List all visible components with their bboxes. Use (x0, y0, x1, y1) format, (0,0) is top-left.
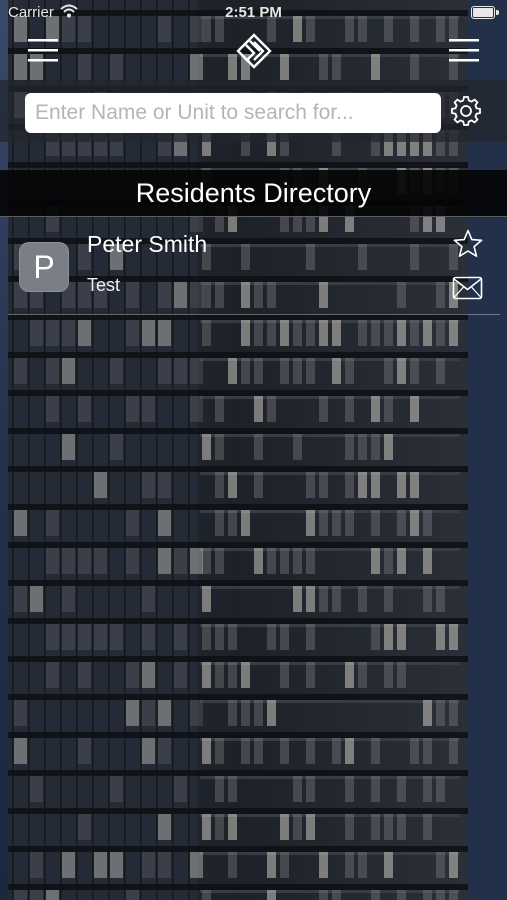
battery-icon (471, 6, 495, 19)
menu-icon[interactable] (447, 36, 481, 66)
mail-icon[interactable] (452, 276, 483, 300)
clock-time: 2:51 PM (225, 4, 282, 21)
page-title: Residents Directory (0, 170, 507, 217)
gear-icon[interactable] (450, 95, 482, 127)
star-icon[interactable] (452, 228, 484, 260)
avatar: P (19, 242, 69, 292)
status-bar: Carrier 2:51 PM (0, 0, 507, 28)
resident-name: Peter Smith (87, 231, 208, 257)
battery-tip (496, 10, 499, 15)
search-bar (0, 80, 507, 142)
search-input[interactable] (25, 93, 441, 133)
list-item[interactable]: P Peter Smith Test (0, 218, 507, 315)
hamburger-menu-icon[interactable] (26, 36, 60, 66)
nav-bar (0, 28, 507, 80)
row-divider (8, 314, 500, 315)
resident-unit: Test (87, 275, 121, 295)
building-logo-icon[interactable] (232, 32, 276, 72)
